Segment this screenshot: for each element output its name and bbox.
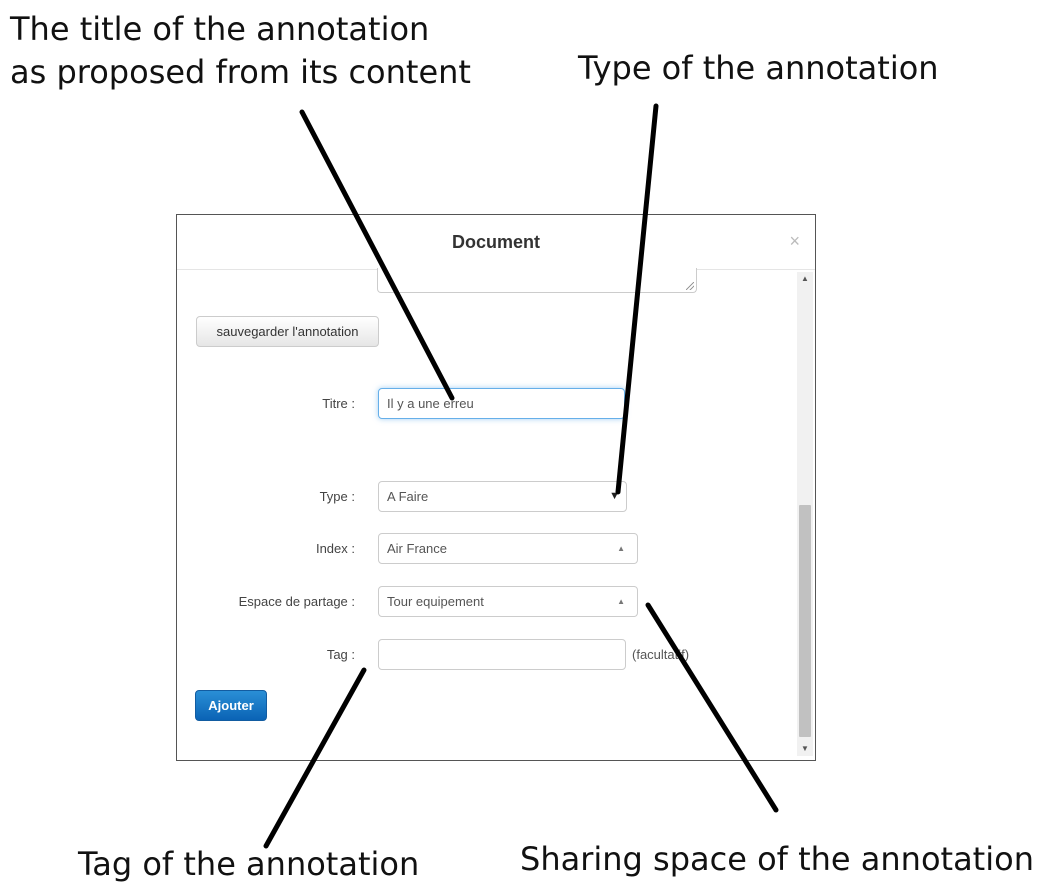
- save-annotation-button[interactable]: sauvegarder l'annotation: [196, 316, 379, 347]
- type-value: A Faire: [387, 489, 429, 504]
- type-select[interactable]: A Faire ▼: [378, 481, 627, 512]
- type-label: Type :: [319, 489, 355, 504]
- index-value: Air France: [387, 541, 447, 556]
- callout-type: Type of the annotation: [578, 49, 939, 87]
- scroll-thumb[interactable]: [799, 505, 811, 737]
- annotation-textarea[interactable]: [377, 268, 697, 293]
- espace-value: Tour equipement: [387, 594, 484, 609]
- caret-up-icon: ▲: [617, 597, 625, 606]
- modal-scrollbar[interactable]: ▲ ▼: [797, 272, 813, 756]
- callout-title-line2: as proposed from its content: [10, 53, 471, 91]
- scroll-down-icon[interactable]: ▼: [797, 742, 813, 756]
- add-button[interactable]: Ajouter: [195, 690, 267, 721]
- modal-header: Document ×: [177, 215, 815, 270]
- espace-label: Espace de partage :: [238, 594, 355, 609]
- caret-up-icon: ▲: [617, 544, 625, 553]
- index-select[interactable]: Air France ▲: [378, 533, 638, 564]
- callout-sharing: Sharing space of the annotation: [520, 840, 1034, 878]
- close-icon[interactable]: ×: [789, 231, 800, 252]
- resize-grip-icon[interactable]: [686, 282, 694, 290]
- titre-value: Il y a une erreu: [387, 396, 474, 411]
- callout-title-line1: The title of the annotation: [10, 10, 430, 48]
- espace-select[interactable]: Tour equipement ▲: [378, 586, 638, 617]
- tag-input[interactable]: [378, 639, 626, 670]
- caret-down-icon: ▼: [609, 490, 620, 502]
- tag-label: Tag :: [326, 647, 355, 662]
- scroll-up-icon[interactable]: ▲: [797, 272, 813, 286]
- callout-tag: Tag of the annotation: [78, 845, 420, 883]
- document-modal: Document × sauvegarder l'annotation Titr…: [176, 214, 816, 761]
- titre-input[interactable]: Il y a une erreu: [378, 388, 625, 419]
- callout-title: The title of the annotation as proposed …: [10, 8, 471, 94]
- tag-hint: (facultatif): [632, 647, 690, 662]
- titre-label: Titre :: [322, 396, 355, 411]
- index-label: Index :: [315, 541, 355, 556]
- modal-title: Document: [451, 232, 540, 252]
